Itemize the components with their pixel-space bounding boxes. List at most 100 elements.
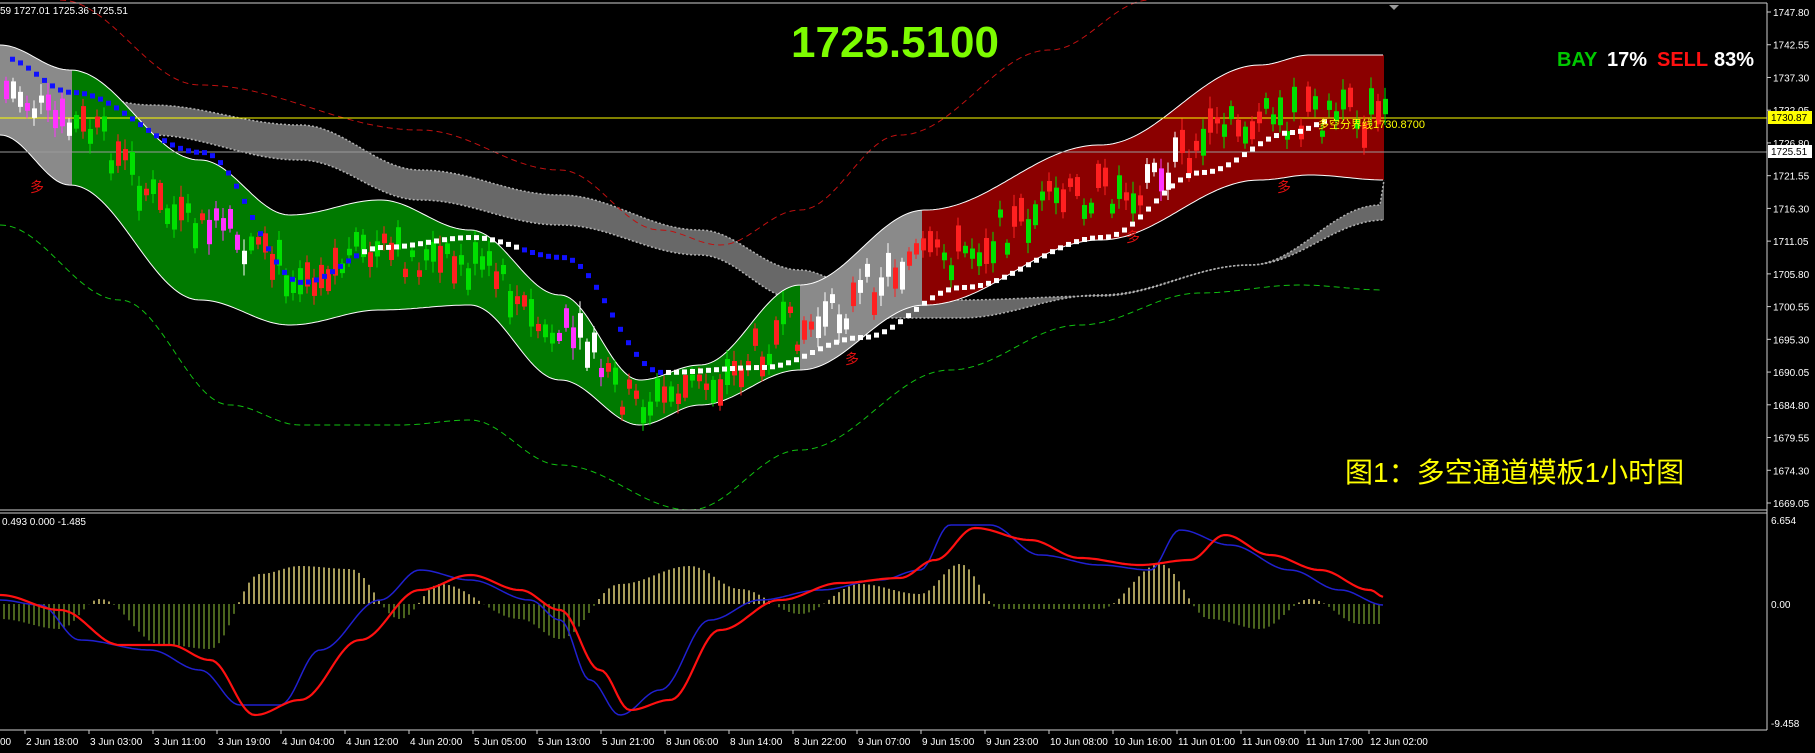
candle: [739, 368, 744, 388]
trend-step-marker: [386, 244, 391, 250]
candle: [879, 277, 884, 296]
candle: [781, 301, 786, 325]
time-axis-tick: 4 Jun 04:00: [282, 737, 335, 748]
trend-step-marker: [138, 122, 143, 128]
trend-step-marker: [698, 368, 703, 374]
trend-step-marker: [586, 273, 591, 279]
trend-step-marker: [930, 295, 935, 301]
trend-step-marker: [962, 284, 967, 290]
candle: [466, 268, 471, 290]
candle: [4, 80, 9, 100]
candle: [613, 367, 618, 385]
candle: [81, 106, 86, 132]
trend-step-marker: [1026, 262, 1031, 268]
candle: [179, 196, 184, 221]
trend-step-marker: [194, 149, 199, 155]
price-axis-tick: 1711.05: [1773, 237, 1809, 248]
candle: [1019, 197, 1024, 222]
candle: [683, 375, 688, 398]
candle: [1229, 106, 1234, 120]
trend-step-marker: [370, 246, 375, 252]
time-axis-tick: 4 Jun 12:00: [346, 737, 399, 748]
trend-step-marker: [650, 367, 655, 373]
trend-step-marker: [426, 239, 431, 245]
candle: [886, 252, 891, 277]
trend-step-marker: [642, 361, 647, 367]
sell-percentage: 83%: [1714, 49, 1754, 71]
current-price-tag-text: 1725.51: [1771, 147, 1808, 158]
candle: [641, 407, 646, 424]
candle: [956, 225, 961, 252]
trend-step-marker: [522, 247, 527, 253]
candle: [592, 332, 597, 353]
candle: [452, 256, 457, 284]
candle: [235, 234, 240, 250]
trend-step-marker: [554, 254, 559, 260]
trading-chart[interactable]: 59 1727.01 1725.36 1725.51 0.493 0.000 -…: [0, 0, 1815, 753]
candle: [207, 219, 212, 245]
candle: [1124, 192, 1129, 201]
trend-step-marker: [578, 263, 583, 269]
time-axis-tick: 5 Jun 05:00: [474, 737, 527, 748]
trend-step-marker: [162, 138, 167, 144]
candle: [256, 237, 261, 245]
candle: [515, 296, 520, 305]
trend-step-marker: [258, 231, 263, 237]
trend-step-marker: [154, 133, 159, 139]
candle: [1110, 203, 1115, 214]
candle: [984, 238, 989, 264]
candle: [123, 149, 128, 161]
trend-step-marker: [1178, 177, 1183, 183]
trend-step-marker: [1074, 239, 1079, 245]
trend-step-marker: [442, 237, 447, 243]
candle: [1383, 98, 1388, 115]
candle: [1369, 88, 1374, 115]
trend-step-marker: [82, 91, 87, 97]
candle: [578, 313, 583, 338]
time-axis-tick: 8 Jun 06:00: [666, 737, 719, 748]
candle: [872, 292, 877, 315]
trend-step-marker: [1058, 245, 1063, 251]
trend-step-marker: [1106, 234, 1111, 240]
trend-step-marker: [1082, 237, 1087, 243]
trend-step-marker: [66, 89, 71, 95]
candle: [284, 275, 289, 297]
candle: [529, 299, 534, 327]
trend-step-marker: [378, 245, 383, 251]
trend-step-marker: [434, 238, 439, 244]
candle: [774, 320, 779, 345]
candle: [1040, 191, 1045, 201]
trend-step-marker: [50, 83, 55, 89]
candle: [536, 323, 541, 332]
trend-step-marker: [890, 324, 895, 330]
candle: [165, 208, 170, 225]
trend-step-marker: [1042, 253, 1047, 259]
candle: [1145, 164, 1150, 183]
signal-mark: 多: [845, 351, 859, 367]
trend-step-marker: [130, 116, 135, 122]
trend-step-marker: [762, 364, 767, 370]
candle: [410, 250, 415, 258]
candle: [753, 328, 758, 346]
time-axis-tick: 11 Jun 17:00: [1306, 737, 1364, 748]
candle: [53, 110, 58, 129]
candle: [1138, 195, 1143, 206]
candle: [1215, 117, 1220, 124]
candle: [1103, 167, 1108, 187]
candle: [221, 218, 226, 231]
time-axis-tick: 3 Jun 03:00: [90, 737, 143, 748]
candle: [557, 332, 562, 341]
candle: [662, 386, 667, 403]
candle: [837, 314, 842, 334]
candle: [522, 295, 527, 307]
trend-step-marker: [58, 87, 63, 93]
signal-mark: 多: [30, 179, 44, 195]
candle: [809, 321, 814, 330]
trend-step-marker: [1130, 221, 1135, 227]
trend-step-marker: [826, 342, 831, 348]
trend-step-marker: [626, 340, 631, 346]
trend-step-marker: [242, 198, 247, 204]
candle: [648, 401, 653, 416]
trend-step-marker: [114, 105, 119, 111]
price-axis-tick: 1700.55: [1773, 303, 1810, 314]
